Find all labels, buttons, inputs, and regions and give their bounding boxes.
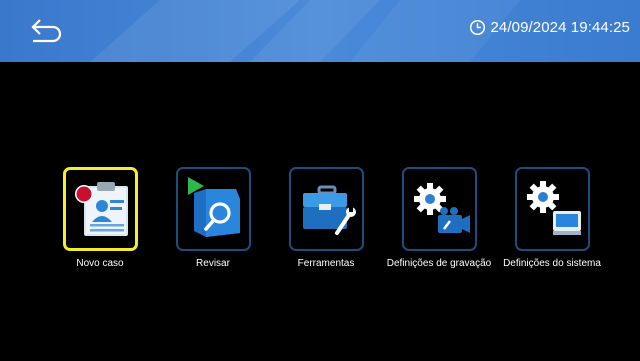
back-arrow-icon bbox=[31, 19, 62, 43]
tile-review[interactable] bbox=[175, 167, 251, 251]
system-settings-gear-monitor-icon bbox=[526, 181, 581, 235]
tile-recording-settings[interactable] bbox=[401, 167, 477, 251]
menu-item-label: Ferramentas bbox=[297, 258, 355, 269]
tile-new-case[interactable] bbox=[62, 167, 138, 251]
review-play-search-icon bbox=[187, 177, 240, 237]
top-bar: 24/09/2024 19:44:25 bbox=[0, 0, 640, 62]
back-button[interactable] bbox=[26, 14, 66, 48]
tile-system-settings[interactable] bbox=[514, 167, 590, 251]
clock-icon bbox=[470, 19, 486, 36]
datetime-text: 24/09/2024 19:44:25 bbox=[490, 19, 630, 36]
menu-item-label: Novo caso bbox=[76, 258, 124, 269]
menu-item-label: Definições de gravação bbox=[386, 258, 492, 269]
new-case-icon bbox=[74, 182, 128, 236]
menu-item-label: Revisar bbox=[196, 258, 230, 269]
menu-item-label: Definições do sistema bbox=[503, 258, 601, 269]
tile-tools[interactable] bbox=[288, 167, 364, 251]
toolbox-wrench-icon bbox=[302, 185, 356, 235]
main-menu: Novo caso Revisar Ferramentas Definições… bbox=[0, 167, 640, 287]
recording-settings-gear-camera-icon bbox=[413, 183, 470, 233]
clock: 24/09/2024 19:44:25 bbox=[469, 19, 630, 36]
